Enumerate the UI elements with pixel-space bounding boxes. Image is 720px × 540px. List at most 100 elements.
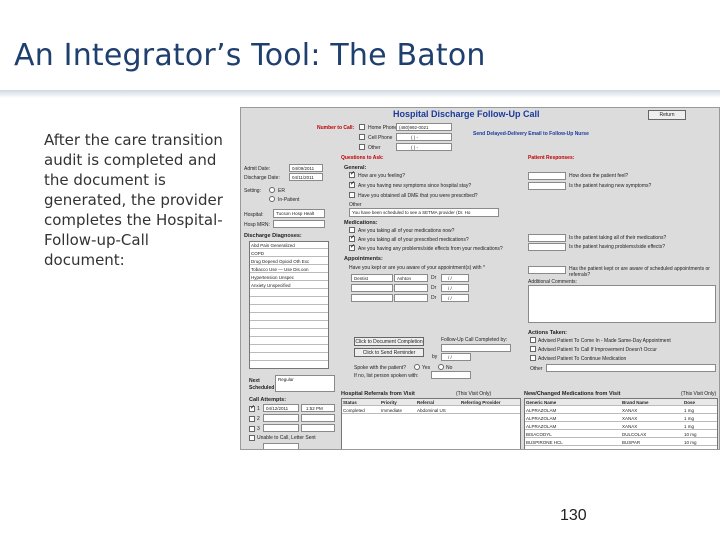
- action-3-label: Advised Patient To Continue Medication: [538, 356, 627, 362]
- symptoms-response-label: Is the patient having new symptoms?: [569, 183, 652, 189]
- diagnosis-row[interactable]: Drug Depend Opioid Oth Exc: [250, 258, 328, 265]
- call-attempt-date[interactable]: 04/12/2011: [263, 404, 299, 412]
- appt-2-type[interactable]: [351, 284, 393, 292]
- setting-label: Setting:: [244, 188, 261, 194]
- diagnosis-row[interactable]: [250, 322, 328, 329]
- cell-phone-checkbox[interactable]: [359, 134, 365, 140]
- spoke-no-radio[interactable]: [438, 364, 444, 370]
- symptoms-response-field[interactable]: [528, 182, 566, 190]
- letter-sent-date[interactable]: [263, 443, 299, 449]
- general-q2-checkbox[interactable]: [349, 180, 355, 188]
- call-attempt-time[interactable]: [301, 414, 335, 422]
- appt-response-field[interactable]: [528, 266, 566, 274]
- home-phone-checkbox[interactable]: [359, 124, 365, 130]
- diagnosis-row[interactable]: [250, 354, 328, 361]
- call-attempt-1-checkbox[interactable]: [249, 404, 255, 412]
- diagnosis-row[interactable]: [250, 314, 328, 321]
- discharge-date-label: Discharge Date:: [244, 175, 280, 181]
- meds-taking-response-field[interactable]: [528, 234, 566, 242]
- additional-comments-field[interactable]: [528, 285, 716, 323]
- appt-1-dr-label: Dr: [431, 275, 437, 281]
- action-1-checkbox[interactable]: [530, 337, 536, 343]
- discharge-date-field[interactable]: 04/11/2011: [289, 173, 323, 181]
- patient-responses-label: Patient Responses:: [528, 155, 575, 161]
- admit-date-field[interactable]: 04/09/2011: [289, 164, 323, 172]
- meds-side-effects-response-field[interactable]: [528, 243, 566, 251]
- completed-date-field[interactable]: / /: [441, 353, 471, 361]
- appt-3-date[interactable]: / /: [441, 294, 469, 302]
- meds-q2-label: Are you taking all of your prescribed me…: [358, 237, 469, 243]
- diagnosis-row[interactable]: [250, 346, 328, 353]
- call-attempt-date[interactable]: [263, 414, 299, 422]
- completed-by-field[interactable]: [441, 344, 511, 352]
- unable-to-call-label: Unable to Call, Letter Sent: [257, 435, 316, 441]
- diagnosis-row[interactable]: Anxiety Unspecified: [250, 282, 328, 289]
- action-3-checkbox[interactable]: [530, 355, 536, 361]
- general-q3-checkbox[interactable]: [349, 192, 355, 198]
- person-spoken-field[interactable]: [431, 371, 471, 379]
- action-other-field[interactable]: [546, 364, 716, 372]
- home-phone-label: Home Phone: [368, 125, 398, 131]
- setting-inpatient-radio[interactable]: [269, 196, 275, 202]
- appt-2-provider[interactable]: [394, 284, 428, 292]
- general-q3-label: Have you obtained all DME that you were …: [358, 193, 478, 199]
- call-attempt-time[interactable]: [301, 424, 335, 432]
- setting-er-radio[interactable]: [269, 187, 275, 193]
- slide-body-text: After the care transition audit is compl…: [44, 131, 223, 269]
- other-message-field[interactable]: You have been scheduled to see a SETMA p…: [349, 208, 499, 217]
- table-row[interactable]: BUSPIRONE HCL BUSPAR 10 mg: [525, 439, 717, 446]
- referrals-header-row: Status Priority Referral Referring Provi…: [342, 399, 520, 406]
- unable-to-call-checkbox[interactable]: [249, 435, 255, 441]
- document-completion-button[interactable]: Click to Document Completion: [354, 337, 424, 346]
- diagnosis-row[interactable]: COPD: [250, 250, 328, 257]
- table-row[interactable]: ALPRAZOLAM XANAX 1 mg: [525, 423, 717, 430]
- other-phone-field[interactable]: ( ) -: [396, 143, 452, 151]
- followup-completed-by-label: Follow-Up Call Completed by:: [441, 337, 508, 343]
- send-reminder-button[interactable]: Click to Send Reminder: [354, 348, 424, 357]
- meds-q2-checkbox[interactable]: [349, 234, 355, 242]
- appt-2-date[interactable]: / /: [441, 284, 469, 292]
- hosp-mrn-field[interactable]: [273, 220, 325, 228]
- call-attempt-3-checkbox[interactable]: [249, 426, 255, 432]
- cell-phone-field[interactable]: ( ) -: [396, 133, 452, 141]
- call-attempt-date[interactable]: [263, 424, 299, 432]
- call-attempt-2-checkbox[interactable]: [249, 416, 255, 422]
- general-q1-label: How are you feeling?: [358, 173, 405, 179]
- diagnosis-row[interactable]: Tobacco Use — Use Dis.oon: [250, 266, 328, 273]
- title-divider: [0, 90, 720, 98]
- send-email-link[interactable]: Send Delayed-Delivery Email to Follow-Up…: [473, 131, 589, 137]
- medications-label: Medications:: [344, 220, 378, 226]
- appt-1-date[interactable]: / /: [441, 274, 469, 282]
- return-button[interactable]: Return: [648, 110, 686, 120]
- call-attempt-number: 2: [257, 416, 260, 422]
- table-row[interactable]: ALPRAZOLAM XANAX 1 mg: [525, 415, 717, 422]
- appointments-question: Have you kept or are you aware of your a…: [349, 265, 485, 271]
- diagnosis-row[interactable]: [250, 330, 328, 337]
- appt-3-provider[interactable]: [394, 294, 428, 302]
- feeling-response-field[interactable]: [528, 172, 566, 180]
- action-other-label: Other: [530, 366, 543, 372]
- diagnosis-row[interactable]: [250, 338, 328, 345]
- general-q1-checkbox[interactable]: [349, 170, 355, 178]
- diagnosis-row[interactable]: Hypertension Unspec: [250, 274, 328, 281]
- next-scheduled-field[interactable]: Regular: [275, 375, 335, 392]
- table-row[interactable]: BISACODYL DULCOLAX 10 mg: [525, 431, 717, 438]
- action-2-checkbox[interactable]: [530, 346, 536, 352]
- appt-3-type[interactable]: [351, 294, 393, 302]
- home-phone-field[interactable]: (480)992-0021: [396, 123, 452, 131]
- appt-1-provider[interactable]: Ashton: [394, 274, 428, 282]
- table-row[interactable]: Completed Immediate Abdominal US: [342, 407, 520, 414]
- table-row[interactable]: ALPRAZOLAM XANAX 1 mg: [525, 407, 717, 414]
- call-attempt-time[interactable]: 1:52 PM: [301, 404, 335, 412]
- diagnosis-row[interactable]: [250, 306, 328, 313]
- spoke-yes-radio[interactable]: [414, 364, 420, 370]
- diagnosis-row[interactable]: Abd Pain Generalized: [250, 242, 328, 249]
- meds-q1-checkbox[interactable]: [349, 227, 355, 233]
- diagnosis-row[interactable]: [250, 298, 328, 305]
- setting-er-label: ER: [278, 188, 285, 194]
- hospital-field[interactable]: Tucson Hosp Healt: [273, 209, 325, 218]
- diagnosis-row[interactable]: [250, 290, 328, 297]
- other-phone-checkbox[interactable]: [359, 144, 365, 150]
- meds-q3-checkbox[interactable]: [349, 243, 355, 251]
- appt-1-type[interactable]: Dentist: [351, 274, 393, 282]
